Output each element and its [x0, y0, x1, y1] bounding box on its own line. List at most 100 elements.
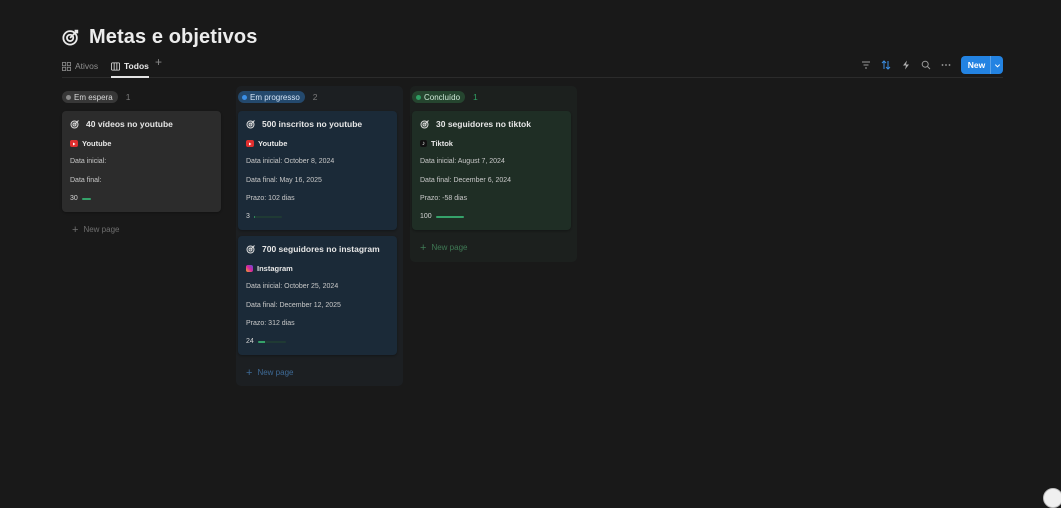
card-title-text: 30 seguidores no tiktok: [436, 119, 531, 129]
search-icon[interactable]: [921, 60, 931, 70]
platform-tag: ♪ Tiktok: [420, 139, 453, 148]
chevron-down-icon[interactable]: [990, 56, 1003, 74]
progress-fill: [81, 197, 91, 200]
card-30-seguidores[interactable]: 30 seguidores no tiktok ♪ Tiktok Data in…: [412, 111, 571, 230]
card-title: 30 seguidores no tiktok: [420, 119, 531, 129]
youtube-icon: [246, 140, 254, 147]
prazo: Prazo: 312 dias: [246, 320, 295, 327]
card-700-seguidores[interactable]: 700 seguidores no instagram Instagram Da…: [238, 236, 397, 355]
platform-label: Instagram: [257, 264, 293, 273]
status-label: Concluído: [424, 92, 461, 102]
data-inicial: Data inicial:: [70, 158, 107, 165]
column-count: 1: [473, 92, 478, 102]
progress-bar: [253, 215, 282, 218]
progress-bar: [257, 340, 286, 343]
platform-tag: Instagram: [246, 264, 293, 273]
column-header: Concluído 1: [410, 86, 577, 108]
progress-fill: [253, 215, 255, 218]
data-inicial: Data inicial: August 7, 2024: [420, 158, 505, 165]
tab-todos[interactable]: Todos: [111, 58, 149, 78]
status-dot: [416, 94, 421, 100]
platform-label: Youtube: [82, 139, 112, 148]
progress-fill: [435, 215, 464, 218]
help-button[interactable]: [1043, 488, 1061, 508]
column-header: Em progresso 2: [236, 86, 403, 108]
status-dot: [66, 94, 71, 100]
card-40-videos[interactable]: 40 vídeos no youtube Youtube Data inicia…: [62, 111, 221, 212]
status-badge[interactable]: Em espera: [62, 91, 118, 103]
status-dot: [242, 94, 247, 100]
youtube-icon: [70, 140, 78, 147]
data-inicial: Data inicial: October 25, 2024: [246, 283, 339, 290]
status-badge[interactable]: Em progresso: [238, 91, 305, 103]
card-title-text: 40 vídeos no youtube: [86, 119, 173, 129]
card-title: 500 inscritos no youtube: [246, 119, 362, 129]
new-page-label: New page: [257, 368, 294, 377]
plus-icon: +: [246, 366, 253, 379]
card-title-text: 500 inscritos no youtube: [262, 119, 363, 129]
progress: 30: [70, 195, 91, 202]
column-count: 2: [312, 92, 318, 102]
instagram-icon: [246, 265, 253, 272]
new-button[interactable]: New: [961, 56, 1003, 74]
data-final: Data final:: [70, 177, 102, 184]
tiktok-icon: ♪: [420, 140, 427, 147]
plus-icon: +: [420, 241, 427, 254]
sort-icon[interactable]: [881, 60, 891, 70]
page-title: Metas e objetivos: [89, 25, 258, 48]
prazo: Prazo: -58 dias: [420, 195, 468, 202]
data-final: Data final: December 12, 2025: [246, 302, 341, 309]
database-toolbar: New: [861, 56, 1003, 74]
progress: 24: [246, 338, 286, 345]
board-column-em-progresso: Em progresso 2 500 inscritos no youtube …: [236, 86, 403, 386]
new-page-button[interactable]: + New page: [72, 223, 120, 236]
new-page-label: New page: [83, 225, 120, 234]
page-header: Metas e objetivos: [62, 22, 257, 52]
column-header: Em espera 1: [62, 86, 229, 108]
target-icon: [420, 120, 429, 129]
plus-icon: +: [72, 223, 79, 236]
progress-value: 24: [246, 338, 254, 345]
card-title-text: 700 seguidores no instagram: [262, 244, 380, 254]
tab-ativos[interactable]: Ativos: [62, 58, 98, 74]
progress-value: 3: [246, 213, 250, 220]
new-page-button[interactable]: + New page: [420, 241, 468, 254]
platform-tag: Youtube: [246, 139, 287, 148]
target-icon: [62, 29, 79, 46]
board-column-concluido: Concluído 1 30 seguidores no tiktok ♪ Ti…: [410, 86, 577, 262]
progress-value: 100: [420, 213, 432, 220]
data-final: Data final: May 16, 2025: [246, 177, 322, 184]
status-label: Em progresso: [250, 92, 300, 102]
data-final: Data final: December 6, 2024: [420, 177, 512, 184]
card-title: 40 vídeos no youtube: [70, 119, 173, 129]
board-icon: [111, 61, 120, 71]
lightning-icon[interactable]: [901, 60, 911, 70]
status-badge[interactable]: Concluído: [412, 91, 466, 103]
new-page-label: New page: [431, 243, 468, 252]
add-view-icon[interactable]: +: [155, 55, 162, 69]
gallery-icon: [62, 61, 71, 71]
progress-bar: [81, 197, 91, 200]
tab-label: Todos: [124, 61, 149, 71]
target-icon: [246, 120, 255, 129]
board-column-em-espera: Em espera 1 40 vídeos no youtube Youtube…: [62, 86, 229, 244]
card-500-inscritos[interactable]: 500 inscritos no youtube Youtube Data in…: [238, 111, 397, 230]
tab-label: Ativos: [75, 61, 99, 71]
progress: 100: [420, 213, 464, 220]
progress-bar: [435, 215, 464, 218]
prazo: Prazo: 102 dias: [246, 195, 295, 202]
new-page-button[interactable]: + New page: [246, 366, 294, 379]
platform-tag: Youtube: [70, 139, 111, 148]
target-icon: [246, 245, 255, 254]
data-inicial: Data inicial: October 8, 2024: [246, 158, 335, 165]
status-label: Em espera: [74, 92, 113, 102]
target-icon: [70, 120, 79, 129]
progress-fill: [257, 340, 265, 343]
card-title: 700 seguidores no instagram: [246, 244, 380, 254]
more-options-icon[interactable]: [941, 60, 951, 70]
platform-label: Youtube: [258, 139, 288, 148]
new-button-label: New: [967, 60, 986, 70]
progress: 3: [246, 213, 282, 220]
progress-value: 30: [70, 195, 78, 202]
filter-icon[interactable]: [861, 60, 871, 70]
